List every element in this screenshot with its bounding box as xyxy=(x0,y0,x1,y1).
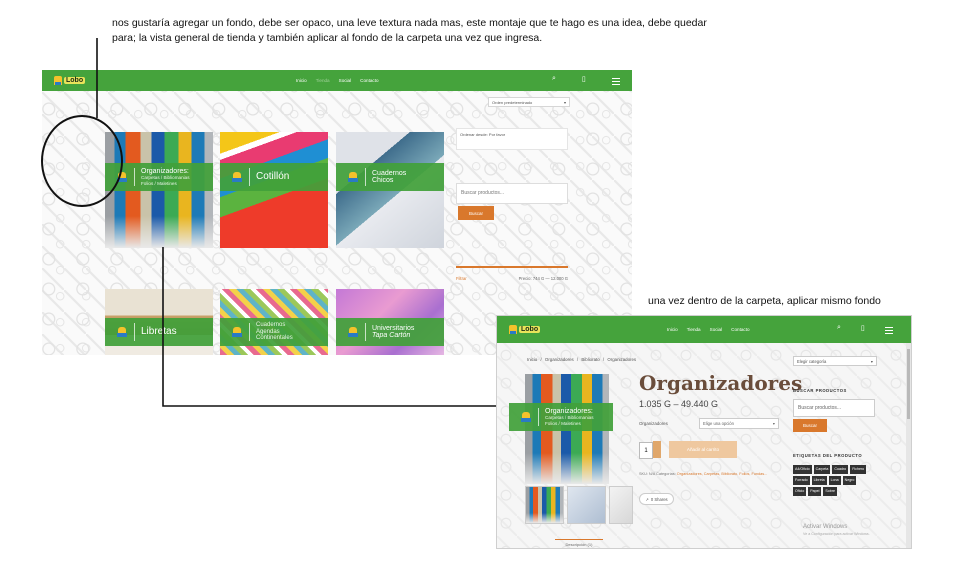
option-select[interactable]: Elige una opción ▾ xyxy=(699,418,779,429)
product-image-band: Organizadores: Carpetas / Bibliomanias F… xyxy=(509,403,613,431)
search-input[interactable]: Buscar productos... xyxy=(793,399,875,417)
tag-item[interactable]: A4/Oficio xyxy=(793,465,812,474)
product-price: 1.035 G – 49.440 G xyxy=(639,399,719,409)
tag-item[interactable]: Forrado xyxy=(793,476,810,485)
nav-social[interactable]: Social xyxy=(710,327,723,332)
add-to-cart-button[interactable]: Añadir al carrito xyxy=(669,441,737,458)
tab-description[interactable]: Descripción (1) xyxy=(555,539,603,548)
category-subtitle: Carpetas / Bibliomanias xyxy=(545,415,594,421)
tag-item[interactable]: Libreta xyxy=(811,476,827,485)
share-button[interactable]: ↗ 0 Shares xyxy=(639,493,674,505)
cart-icon[interactable]: ▯ xyxy=(861,324,865,334)
brand-icon xyxy=(519,411,533,423)
tags-heading: ETIQUETAS DEL PRODUCTO xyxy=(793,453,863,458)
product-tags: A4/Oficio Carpeta Cuadro Fichero Forrado… xyxy=(793,465,871,496)
tag-item[interactable]: Cuadro xyxy=(832,465,849,474)
nav-contacto[interactable]: Contacto xyxy=(731,327,749,332)
product-meta: SKU: N/A Categorías: Organizadores, Carp… xyxy=(639,472,768,476)
product-thumbnails xyxy=(525,486,633,524)
tag-item[interactable]: Sobre xyxy=(823,487,837,496)
nav-tienda[interactable]: Tienda xyxy=(687,327,701,332)
activate-windows-text: Activar Windows xyxy=(803,524,848,530)
search-icon[interactable]: ⌕ xyxy=(837,324,841,334)
product-nav-links: Inicio Tienda Social Contacto xyxy=(667,327,750,332)
thumbnail-2[interactable] xyxy=(567,486,606,524)
category-links[interactable]: Organizadores, Carpetas, Bibliorato, Fol… xyxy=(677,472,768,476)
share-icon: ↗ xyxy=(645,496,649,502)
search-heading: BUSCAR PRODUCTOS xyxy=(793,388,847,393)
tag-item[interactable]: Negro xyxy=(842,476,857,485)
category-select[interactable]: Elegir categoría ▾ xyxy=(793,356,877,366)
logo-icon xyxy=(509,325,517,334)
thumbnail-1[interactable] xyxy=(525,486,564,524)
chevron-down-icon: ▾ xyxy=(870,359,873,364)
chevron-down-icon: ▾ xyxy=(772,421,775,426)
tag-item[interactable]: Lona xyxy=(828,476,841,485)
product-navbar: Lobo Inicio Tienda Social Contacto ⌕ ▯ xyxy=(497,316,911,343)
category-subtitle: Folios / Maletines xyxy=(545,420,581,426)
store-logo[interactable]: Lobo xyxy=(509,325,541,334)
product-page-mockup: Lobo Inicio Tienda Social Contacto ⌕ ▯ I… xyxy=(496,315,912,549)
breadcrumb[interactable]: Inicio / Organizadores / Bibliorato / Or… xyxy=(527,357,636,362)
category-title: Organizadores: xyxy=(545,407,593,415)
activate-windows-subtext: Ve a Configuración para activar Windows. xyxy=(803,532,870,536)
scrollbar[interactable] xyxy=(906,343,911,548)
tag-item[interactable]: Papel xyxy=(808,487,822,496)
product-nav-icons: ⌕ ▯ xyxy=(837,324,893,334)
menu-icon[interactable] xyxy=(884,327,893,334)
thumbnail-3[interactable] xyxy=(609,486,633,524)
search-button[interactable]: Buscar xyxy=(793,419,827,432)
connector-line-folder xyxy=(162,247,512,407)
tag-item[interactable]: Oficio xyxy=(793,487,807,496)
tag-item[interactable]: Carpeta xyxy=(813,465,831,474)
option-label: Organizadores xyxy=(639,421,668,426)
tag-item[interactable]: Fichero xyxy=(850,465,867,474)
nav-inicio[interactable]: Inicio xyxy=(667,327,678,332)
product-title: Organizadores xyxy=(639,371,803,395)
quantity-input[interactable]: 1 xyxy=(639,442,653,459)
quantity-stepper[interactable] xyxy=(653,441,661,458)
